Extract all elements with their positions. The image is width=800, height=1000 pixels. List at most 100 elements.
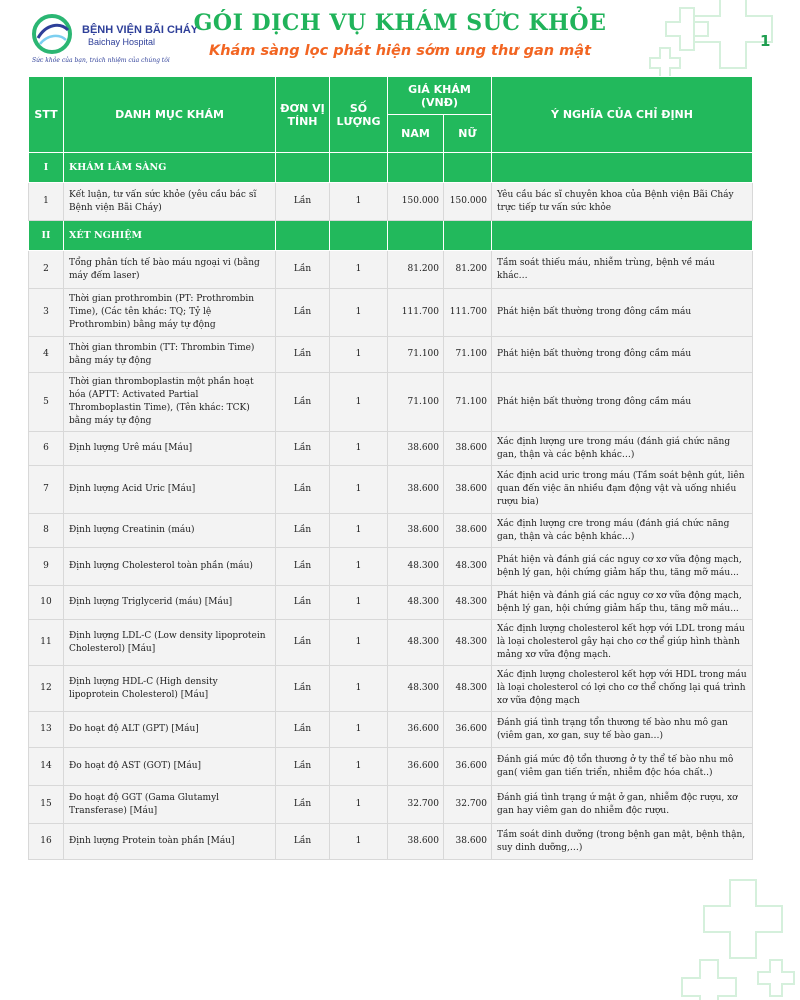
row-price-female: 36.600 xyxy=(442,747,493,786)
row-unit: Lần xyxy=(275,711,330,748)
header-price: GIÁ KHÁM (VNĐ) xyxy=(386,76,493,115)
row-quantity: 1 xyxy=(329,465,388,514)
row-price-male: 36.600 xyxy=(387,747,444,786)
row-price-female: 48.300 xyxy=(442,585,493,620)
row-stt: 10 xyxy=(28,585,64,620)
row-meaning: Phát hiện và đánh giá các nguy cơ xơ vữa… xyxy=(491,585,754,620)
row-item: Tổng phân tích tế bào máu ngoại vi (bằng… xyxy=(63,250,276,289)
row-stt: 2 xyxy=(28,250,64,289)
row-item: Định lượng Cholesterol toàn phần (máu) xyxy=(63,547,276,586)
table-row: 15 Đo hoạt độ GGT (Gama Glutamyl Transfer… xyxy=(28,785,754,824)
row-quantity: 1 xyxy=(329,585,388,620)
row-unit: Lần xyxy=(275,182,330,221)
section-empty-cell xyxy=(387,220,444,251)
section-number: II xyxy=(28,220,64,251)
table-row: 10 Định lượng Triglycerid (máu) [Máu] Lần 1… xyxy=(28,585,754,620)
row-quantity: 1 xyxy=(329,431,388,466)
row-unit: Lần xyxy=(275,513,330,548)
row-price-female: 48.300 xyxy=(442,665,493,712)
row-stt: 8 xyxy=(28,513,64,548)
row-quantity: 1 xyxy=(329,288,388,337)
row-price-male: 38.600 xyxy=(387,823,444,860)
row-meaning: Đánh giá tình trạng tổn thương tế bào nh… xyxy=(491,711,754,748)
row-price-female: 38.600 xyxy=(442,823,493,860)
row-item: Đo hoạt độ AST (GOT) [Máu] xyxy=(63,747,276,786)
row-unit: Lần xyxy=(275,619,330,666)
row-price-male: 71.100 xyxy=(387,372,444,432)
row-meaning: Xác định lượng ure trong máu (đánh giá c… xyxy=(491,431,754,466)
row-unit: Lần xyxy=(275,431,330,466)
section-empty-cell xyxy=(329,220,388,251)
table-row: 4 Thời gian thrombin (TT: Thrombin Time) … xyxy=(28,336,754,373)
row-stt: 16 xyxy=(28,823,64,860)
row-meaning: Xác định lượng cre trong máu (đánh giá c… xyxy=(491,513,754,548)
row-quantity: 1 xyxy=(329,665,388,712)
row-quantity: 1 xyxy=(329,619,388,666)
row-item: Thời gian thrombin (TT: Thrombin Time) b… xyxy=(63,336,276,373)
row-price-male: 32.700 xyxy=(387,785,444,824)
row-item: Đo hoạt độ ALT (GPT) [Máu] xyxy=(63,711,276,748)
section-row: I KHÁM LÂM SÀNG xyxy=(28,152,754,183)
row-price-female: 48.300 xyxy=(442,547,493,586)
hospital-logo-icon xyxy=(32,14,72,54)
row-meaning: Xác định lượng cholesterol kết hợp với H… xyxy=(491,665,754,712)
row-item: Định lượng Acid Uric [Máu] xyxy=(63,465,276,514)
row-quantity: 1 xyxy=(329,513,388,548)
row-price-female: 36.600 xyxy=(442,711,493,748)
row-price-male: 48.300 xyxy=(387,619,444,666)
header-female: NỮ xyxy=(442,114,493,153)
page-title: GÓI DỊCH VỤ KHÁM SỨC KHỎE xyxy=(193,10,607,36)
row-price-female: 111.700 xyxy=(442,288,493,337)
row-item: Định lượng Protein toàn phần [Máu] xyxy=(63,823,276,860)
row-stt: 9 xyxy=(28,547,64,586)
row-price-male: 81.200 xyxy=(387,250,444,289)
table-row: 8 Định lượng Creatinin (máu) Lần 1 38.600 38.… xyxy=(28,513,754,548)
row-unit: Lần xyxy=(275,288,330,337)
table-body: I KHÁM LÂM SÀNG 1 Kết luận, tư vấn sức khỏe… xyxy=(28,152,754,860)
row-quantity: 1 xyxy=(329,747,388,786)
row-meaning: Xác định acid uric trong máu (Tầm soát b… xyxy=(491,465,754,514)
table-row: 11 Định lượng LDL-C (Low density lipoprot… xyxy=(28,619,754,666)
row-stt: 7 xyxy=(28,465,64,514)
row-stt: 6 xyxy=(28,431,64,466)
row-stt: 5 xyxy=(28,372,64,432)
row-price-male: 38.600 xyxy=(387,431,444,466)
table-row: 12 Định lượng HDL-C (High density lipopro… xyxy=(28,665,754,712)
row-price-female: 38.600 xyxy=(442,465,493,514)
row-price-female: 32.700 xyxy=(442,785,493,824)
header-quantity: SỐ LƯỢNG xyxy=(329,76,388,153)
section-number: I xyxy=(28,152,64,183)
row-unit: Lần xyxy=(275,665,330,712)
row-meaning: Tầm soát dinh dưỡng (trong bệnh gan mật,… xyxy=(491,823,754,860)
row-quantity: 1 xyxy=(329,182,388,221)
row-item: Định lượng LDL-C (Low density lipoprotei… xyxy=(63,619,276,666)
row-meaning: Phát hiện bất thường trong đông cầm máu xyxy=(491,336,754,373)
section-title: XÉT NGHIỆM xyxy=(63,220,276,251)
table-row: 13 Đo hoạt độ ALT (GPT) [Máu] Lần 1 36.600 36… xyxy=(28,711,754,748)
row-price-male: 111.700 xyxy=(387,288,444,337)
row-quantity: 1 xyxy=(329,823,388,860)
row-unit: Lần xyxy=(275,547,330,586)
row-meaning: Phát hiện và đánh giá các nguy cơ xơ vữa… xyxy=(491,547,754,586)
table-row: 1 Kết luận, tư vấn sức khỏe (yêu cầu bác … xyxy=(28,182,754,221)
row-price-female: 38.600 xyxy=(442,513,493,548)
row-price-female: 38.600 xyxy=(442,431,493,466)
row-stt: 14 xyxy=(28,747,64,786)
row-stt: 15 xyxy=(28,785,64,824)
row-price-female: 71.100 xyxy=(442,336,493,373)
row-stt: 13 xyxy=(28,711,64,748)
row-price-male: 36.600 xyxy=(387,711,444,748)
row-item: Định lượng HDL-C (High density lipoprote… xyxy=(63,665,276,712)
row-stt: 4 xyxy=(28,336,64,373)
row-price-male: 48.300 xyxy=(387,547,444,586)
row-price-female: 71.100 xyxy=(442,372,493,432)
header-meaning: Ý NGHĨA CỦA CHỈ ĐỊNH xyxy=(491,76,754,153)
row-meaning: Yêu cầu bác sĩ chuyên khoa của Bệnh viện… xyxy=(491,182,754,221)
row-quantity: 1 xyxy=(329,785,388,824)
row-stt: 11 xyxy=(28,619,64,666)
row-price-male: 38.600 xyxy=(387,513,444,548)
row-price-female: 81.200 xyxy=(442,250,493,289)
row-price-male: 48.300 xyxy=(387,665,444,712)
row-price-male: 150.000 xyxy=(387,182,444,221)
hospital-slogan: Sức khỏe của bạn, trách nhiệm của chúng … xyxy=(32,57,170,64)
